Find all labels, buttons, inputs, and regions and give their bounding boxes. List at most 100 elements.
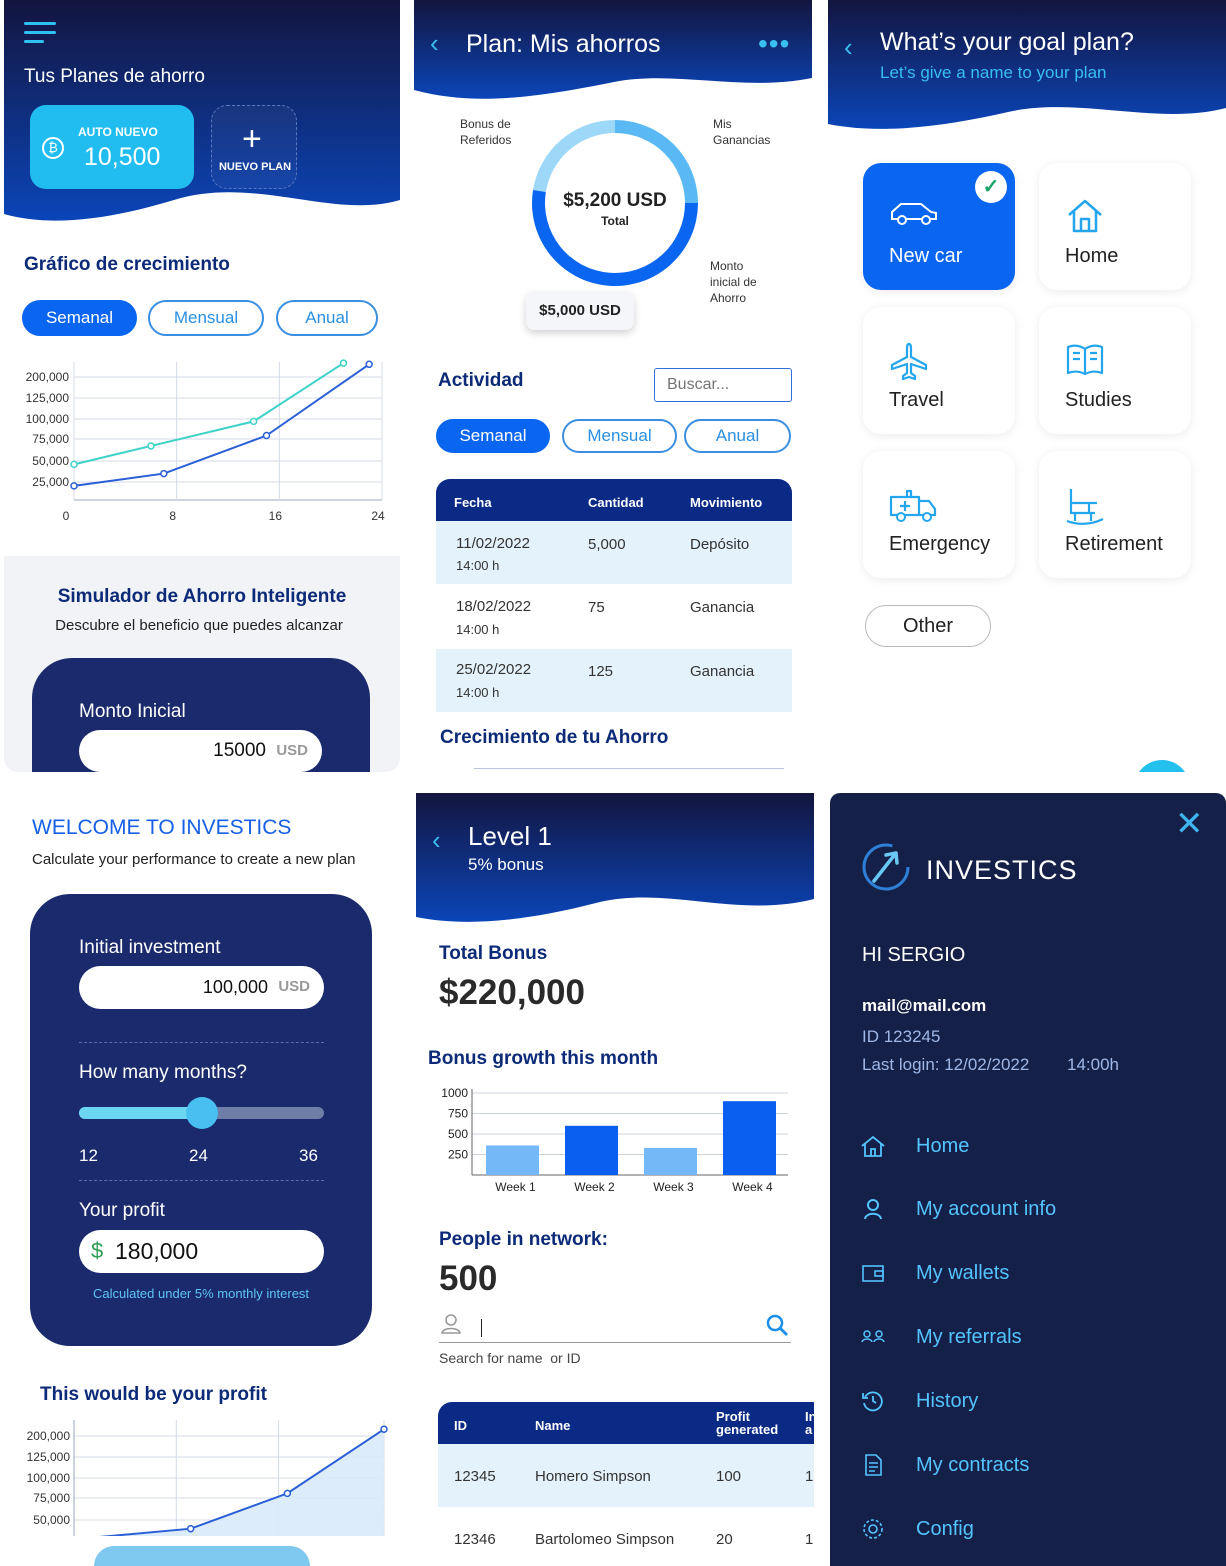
- close-icon[interactable]: ✕: [1175, 807, 1204, 841]
- panel-plan-detail: ‹ Plan: Mis ahorros ••• Bonus de Referid…: [414, 0, 812, 772]
- menu-label: My account info: [916, 1197, 1057, 1220]
- total-bonus-value: $220,000: [439, 973, 585, 1012]
- airplane-icon: [890, 342, 928, 381]
- row-type: Ganancia: [690, 599, 755, 616]
- x-tick-label: 16: [269, 509, 283, 523]
- header-extra: In a: [805, 1410, 814, 1436]
- panel-goal-plan: ‹ What’s your goal plan? Let’s give a na…: [828, 0, 1226, 772]
- row-amount: 125: [588, 663, 614, 680]
- new-plan-button[interactable]: + NUEVO PLAN: [211, 105, 297, 189]
- menu-label: Home: [916, 1134, 970, 1157]
- search-input[interactable]: [654, 368, 792, 402]
- menu-item-account[interactable]: My account info: [860, 1197, 1056, 1221]
- user-icon: [864, 1199, 882, 1220]
- goal-tile-studies[interactable]: Studies: [1039, 307, 1191, 434]
- series-line: [73, 363, 370, 487]
- tab-mensual[interactable]: Mensual: [148, 300, 264, 336]
- growth-chart-title: Gráfico de crecimiento: [24, 254, 230, 275]
- profit-area-chart: 200,000 125,000 100,000 75,000 50,000: [14, 1420, 388, 1536]
- row-id: 12345: [454, 1468, 496, 1485]
- menu-item-home[interactable]: Home: [860, 1134, 969, 1158]
- table-row[interactable]: 18/02/2022 14:00 h 75 Ganancia: [436, 585, 792, 648]
- initial-amount-label: Monto Inicial: [79, 701, 186, 722]
- menu-label: History: [916, 1389, 979, 1412]
- activity-title: Actividad: [438, 370, 524, 391]
- back-chevron-icon[interactable]: ‹: [430, 30, 439, 56]
- y-tick-label: 50,000: [32, 454, 69, 468]
- ambulance-icon: [889, 489, 937, 522]
- simulator-card: Monto Inicial 15000 USD: [32, 658, 370, 772]
- tab-mensual[interactable]: Mensual: [562, 419, 677, 453]
- months-slider-thumb[interactable]: [185, 1097, 218, 1129]
- tab-semanal[interactable]: Semanal: [436, 419, 550, 453]
- menu-item-wallets[interactable]: My wallets: [860, 1261, 1009, 1285]
- greeting: HI SERGIO: [862, 944, 966, 966]
- y-tick-label: 125,000: [27, 1450, 71, 1464]
- data-point: [70, 482, 78, 490]
- profit-note: Calculated under 5% monthly interest: [92, 1286, 310, 1301]
- data-point: [339, 359, 348, 367]
- x-tick-label: 24: [371, 509, 385, 523]
- menu-item-referrals[interactable]: My referrals: [860, 1325, 1022, 1349]
- people-network-label: People in network:: [439, 1229, 608, 1250]
- bar: [644, 1147, 697, 1175]
- back-chevron-icon[interactable]: ‹: [844, 34, 853, 60]
- divider: [79, 1180, 324, 1181]
- tab-semanal[interactable]: Semanal: [22, 300, 137, 336]
- menu-label: My referrals: [916, 1325, 1022, 1348]
- months-slider[interactable]: [79, 1097, 324, 1129]
- search-icon[interactable]: [765, 1313, 789, 1337]
- car-icon: [891, 203, 937, 225]
- row-date: 18/02/2022: [456, 598, 532, 615]
- row-time: 14:00 h: [456, 685, 500, 700]
- fab-button[interactable]: [1134, 760, 1190, 772]
- table-row[interactable]: 12346 Bartolomeo Simpson 20 1,: [438, 1507, 814, 1566]
- table-row[interactable]: 11/02/2022 14:00 h 5,000 Depósito: [436, 521, 792, 584]
- goal-label: New car: [889, 245, 963, 267]
- row-amount: 75: [588, 599, 605, 616]
- tab-anual[interactable]: Anual: [684, 419, 791, 453]
- more-options-icon[interactable]: •••: [758, 28, 790, 60]
- simulator-section: Simulador de Ahorro Inteligente Descubre…: [4, 556, 400, 772]
- bar: [723, 1101, 776, 1175]
- rocking-chair-icon: [1066, 489, 1104, 525]
- menu-item-config[interactable]: Config: [860, 1517, 974, 1541]
- back-chevron-icon[interactable]: ‹: [432, 827, 441, 853]
- initial-amount-input[interactable]: 15000 USD: [79, 730, 322, 772]
- y-tick-label: 1000: [441, 1086, 468, 1100]
- home-icon: [861, 1135, 885, 1157]
- plan-card-auto[interactable]: ₿ AUTO NUEVO 10,500: [30, 105, 194, 189]
- tab-anual[interactable]: Anual: [276, 300, 378, 336]
- data-point: [160, 469, 168, 478]
- data-point: [365, 360, 373, 369]
- chart-axis-stub: [474, 768, 784, 769]
- row-amount: 5,000: [588, 536, 626, 553]
- page-subtitle: Let’s give a name to your plan: [880, 63, 1107, 82]
- goal-tile-emergency[interactable]: Emergency: [863, 451, 1015, 578]
- goal-other-button[interactable]: Other: [865, 605, 991, 647]
- y-tick-label: 250: [448, 1148, 468, 1162]
- cta-button[interactable]: [94, 1546, 310, 1566]
- goal-label: Emergency: [889, 533, 991, 555]
- hamburger-menu-icon[interactable]: [24, 22, 56, 46]
- initial-amount-unit: USD: [276, 742, 308, 759]
- profit-chart-title: This would be your profit: [40, 1384, 267, 1405]
- goal-tile-retirement[interactable]: Retirement: [1039, 451, 1191, 578]
- goal-tile-new-car[interactable]: ✓ New car: [863, 163, 1015, 290]
- bar: [486, 1145, 539, 1175]
- menu-label: My contracts: [916, 1453, 1030, 1476]
- menu-item-history[interactable]: History: [860, 1389, 978, 1413]
- initial-investment-input[interactable]: 100,000 USD: [79, 966, 324, 1009]
- table-row[interactable]: 25/02/2022 14:00 h 125 Ganancia: [436, 649, 792, 712]
- history-icon: [862, 1391, 883, 1412]
- table-row[interactable]: 12345 Homero Simpson 100 1,: [438, 1444, 814, 1507]
- menu-item-contracts[interactable]: My contracts: [860, 1453, 1029, 1477]
- bitcoin-icon: ₿: [42, 137, 64, 159]
- bonus-growth-title: Bonus growth this month: [428, 1048, 659, 1069]
- network-search-field[interactable]: [439, 1313, 791, 1343]
- goal-label: Studies: [1065, 389, 1132, 411]
- y-tick-label: 100,000: [27, 1471, 71, 1485]
- goal-tile-home[interactable]: Home: [1039, 163, 1191, 290]
- x-tick-label: Week 3: [653, 1180, 694, 1194]
- goal-tile-travel[interactable]: Travel: [863, 307, 1015, 434]
